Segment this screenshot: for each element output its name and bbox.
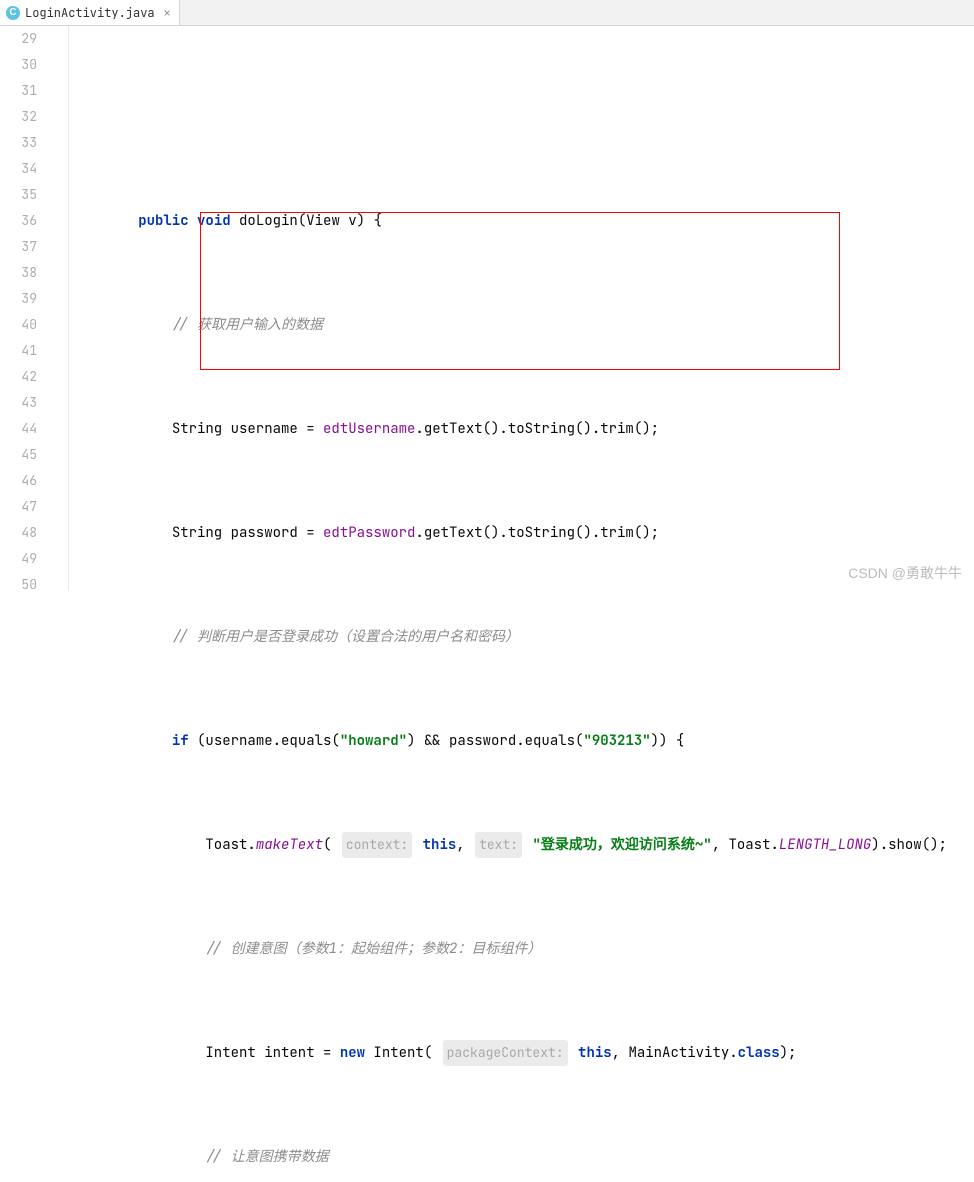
code-line: Toast.makeText( context: this, text: "登录… xyxy=(71,832,974,858)
code-line: // 判断用户是否登录成功（设置合法的用户名和密码） xyxy=(71,624,974,650)
code-line xyxy=(71,104,974,130)
param-hint: text: xyxy=(475,832,522,858)
code-line: // 获取用户输入的数据 xyxy=(71,312,974,338)
param-hint: packageContext: xyxy=(443,1040,568,1066)
close-icon[interactable]: × xyxy=(164,6,171,20)
tab-filename: LoginActivity.java xyxy=(25,5,155,21)
line-number: 41 xyxy=(0,338,37,364)
line-number: 48 xyxy=(0,520,37,546)
code-line: public void doLogin(View v) { xyxy=(71,208,974,234)
tab-bar: C LoginActivity.java × xyxy=(0,0,974,26)
code-line: // 让意图携带数据 xyxy=(71,1144,974,1170)
line-number: 30 xyxy=(0,52,37,78)
code-line: // 创建意图（参数1：起始组件；参数2：目标组件） xyxy=(71,936,974,962)
line-number: 34 xyxy=(0,156,37,182)
code-line: String username = edtUsername.getText().… xyxy=(71,416,974,442)
line-number: 42 xyxy=(0,364,37,390)
line-number: 32 xyxy=(0,104,37,130)
line-number: 49 xyxy=(0,546,37,572)
line-number: 43 xyxy=(0,390,37,416)
code-line: if (username.equals("howard") && passwor… xyxy=(71,728,974,754)
editor-area: 2930313233343536373839404142434445464748… xyxy=(0,26,974,591)
line-number: 38 xyxy=(0,260,37,286)
line-number: 31 xyxy=(0,78,37,104)
line-number: 29 xyxy=(0,26,37,52)
code-line: String password = edtPassword.getText().… xyxy=(71,520,974,546)
code-line: Intent intent = new Intent( packageConte… xyxy=(71,1040,974,1066)
line-number: 37 xyxy=(0,234,37,260)
line-number: 40 xyxy=(0,312,37,338)
highlight-box xyxy=(200,212,840,370)
line-number: 45 xyxy=(0,442,37,468)
line-number: 50 xyxy=(0,572,37,598)
line-number: 33 xyxy=(0,130,37,156)
line-number: 35 xyxy=(0,182,37,208)
editor-tab[interactable]: C LoginActivity.java × xyxy=(0,0,180,25)
line-number: 46 xyxy=(0,468,37,494)
line-gutter[interactable]: 2930313233343536373839404142434445464748… xyxy=(0,26,55,591)
line-number: 39 xyxy=(0,286,37,312)
code-content[interactable]: public void doLogin(View v) { // 获取用户输入的… xyxy=(55,26,974,591)
line-number: 36 xyxy=(0,208,37,234)
param-hint: context: xyxy=(342,832,412,858)
file-type-icon: C xyxy=(6,6,20,20)
line-number: 44 xyxy=(0,416,37,442)
line-number: 47 xyxy=(0,494,37,520)
